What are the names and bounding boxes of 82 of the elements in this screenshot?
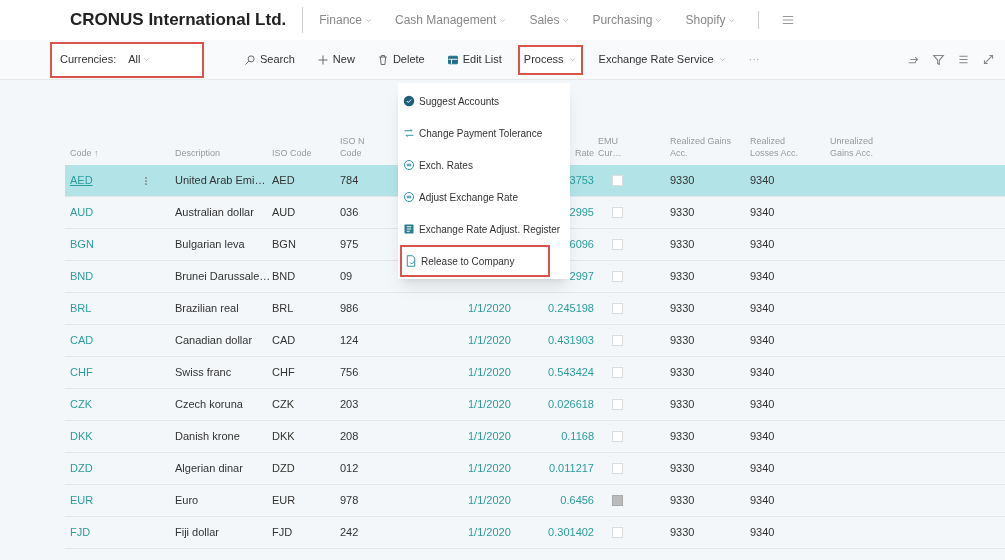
table-cell: 9340 xyxy=(750,462,775,475)
table-cell: 978 xyxy=(340,494,359,507)
date-link: 1/1/2020 xyxy=(468,494,511,507)
table-cell: Canadian dollar xyxy=(175,334,253,347)
table-cell: 986 xyxy=(340,302,359,315)
date-link: 1/1/2020 xyxy=(468,334,511,347)
table-cell: CZK xyxy=(272,398,294,411)
table-cell: 9330 xyxy=(670,430,695,443)
rate-link: 6096 xyxy=(569,238,594,251)
table-cell: BGN xyxy=(272,238,296,251)
rate-link: 0.011217 xyxy=(548,462,594,475)
table-cell: 9340 xyxy=(750,174,775,187)
table-cell: 9330 xyxy=(670,302,695,315)
table-cell: 208 xyxy=(340,430,359,443)
table-cell: 9330 xyxy=(670,174,695,187)
rate-link: 0.1168 xyxy=(561,430,594,443)
table-cell: 784 xyxy=(340,174,359,187)
table-cell: 09 xyxy=(340,270,353,283)
table-cell: 9330 xyxy=(670,526,695,539)
filter-label: Currencies: xyxy=(60,52,117,68)
table-cell: 9330 xyxy=(670,494,695,507)
table-cell: Brazilian real xyxy=(175,302,239,315)
table-cell: Fiji dollar xyxy=(175,526,219,539)
table-cell: 9340 xyxy=(750,334,775,347)
table-cell: 203 xyxy=(340,398,359,411)
table-cell: Australian dollar xyxy=(175,206,254,219)
table-cell: Swiss franc xyxy=(175,366,232,379)
table-cell: 9330 xyxy=(670,398,695,411)
rate-link: 3753 xyxy=(569,174,594,187)
table-cell: Czech koruna xyxy=(175,398,243,411)
date-link: 1/1/2020 xyxy=(468,366,511,379)
table-cell: United Arab Emi… xyxy=(175,174,266,187)
table-cell: 9330 xyxy=(670,366,695,379)
table-cell: AED xyxy=(272,174,295,187)
rate-link: 2995 xyxy=(569,206,594,219)
table-cell: AUD xyxy=(272,206,296,219)
table-cell: CAD xyxy=(272,334,296,347)
table-cell: 9340 xyxy=(750,494,775,507)
table-cell: 9330 xyxy=(670,238,695,251)
table-cell: 9340 xyxy=(750,366,775,379)
company-name: CRONUS International Ltd. xyxy=(70,7,304,33)
rate-link: 0.301402 xyxy=(548,526,594,539)
table-cell: 242 xyxy=(340,526,359,539)
date-link: 1/1/2020 xyxy=(468,462,511,475)
table-cell: Algerian dinar xyxy=(175,462,243,475)
table-cell: 9330 xyxy=(670,270,695,283)
table-cell: 9330 xyxy=(670,334,695,347)
table-cell: 9340 xyxy=(750,270,775,283)
table-cell: CHF xyxy=(272,366,295,379)
table-cell: FJD xyxy=(272,526,293,539)
rate-link: 0.431903 xyxy=(548,334,594,347)
table-cell: 124 xyxy=(340,334,359,347)
date-link: 1/1/2020 xyxy=(468,302,511,315)
rate-link: 0.026618 xyxy=(548,398,594,411)
rate-link: 0.543424 xyxy=(548,366,594,379)
rate-link: 2997 xyxy=(569,270,594,283)
date-link: 1/1/2020 xyxy=(468,526,511,539)
table-cell: DKK xyxy=(272,430,295,443)
table-cell: 036 xyxy=(340,206,359,219)
table-cell: 9330 xyxy=(670,462,695,475)
table-cell: BRL xyxy=(272,302,294,315)
table-cell: 9340 xyxy=(750,238,775,251)
table-cell: 975 xyxy=(340,238,359,251)
date-link: 1/1/2020 xyxy=(468,398,511,411)
rate-link: 0.6456 xyxy=(560,494,594,507)
table-cell: 9340 xyxy=(750,302,775,315)
rate-link: 0.245198 xyxy=(548,302,594,315)
table-cell: 9330 xyxy=(670,206,695,219)
table-cell: Bulgarian leva xyxy=(175,238,245,251)
table-cell: 9340 xyxy=(750,398,775,411)
table-cell: 756 xyxy=(340,366,359,379)
table-cell: Danish krone xyxy=(175,430,240,443)
table-cell: Brunei Darussale… xyxy=(175,270,271,283)
table-cell: BND xyxy=(272,270,296,283)
date-link: 1/1/2020 xyxy=(468,430,511,443)
table-cell: 9340 xyxy=(750,206,775,219)
table-cell: Euro xyxy=(175,494,199,507)
table-cell: DZD xyxy=(272,462,295,475)
table-cell: 9340 xyxy=(750,430,775,443)
table-cell: 012 xyxy=(340,462,359,475)
table-cell: EUR xyxy=(272,494,296,507)
table-cell: 9340 xyxy=(750,526,775,539)
